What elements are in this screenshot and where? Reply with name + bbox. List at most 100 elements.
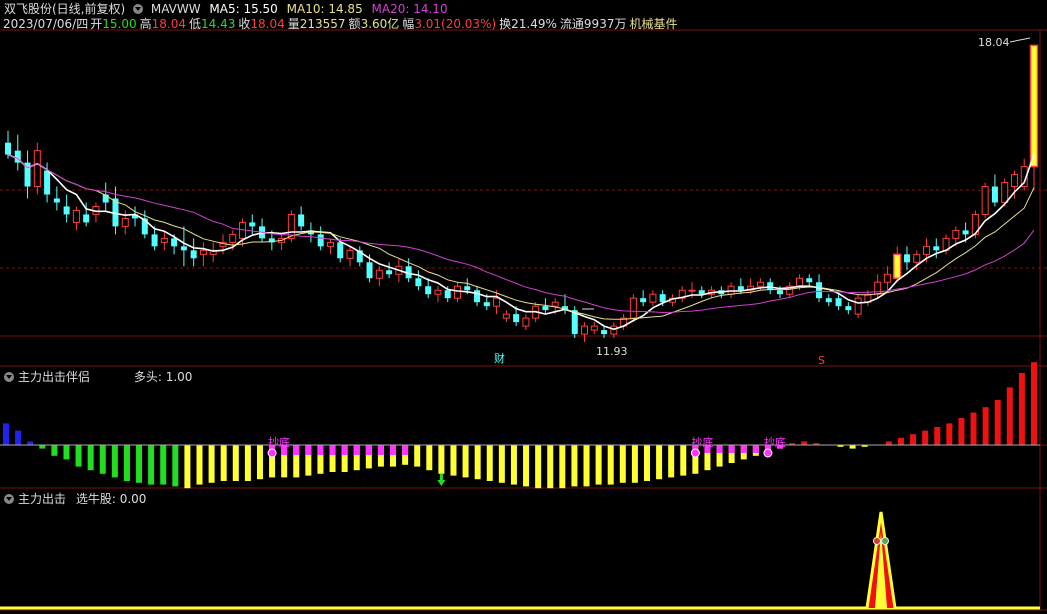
- candle-body: [72, 209, 80, 223]
- indicator-bar-top: [728, 445, 735, 453]
- indicator-bar: [474, 445, 481, 480]
- candle-body: [640, 298, 647, 303]
- candle-body: [776, 290, 783, 295]
- candle-body: [903, 254, 910, 263]
- candle-body: [1010, 174, 1018, 188]
- candle-body: [121, 217, 129, 227]
- panel2-name: 主力出击伴侣: [18, 370, 91, 384]
- candle-body: [249, 222, 256, 227]
- indicator-bar-top: [317, 445, 324, 455]
- limit-up-candle: [892, 253, 902, 279]
- candle-body: [33, 150, 41, 188]
- indicator-bar-top: [353, 445, 360, 455]
- panel2-menu-icon[interactable]: [4, 372, 14, 382]
- candle-body: [493, 297, 501, 307]
- indicator-bar: [51, 445, 58, 456]
- signal-dot: [690, 448, 700, 458]
- indicator-bar: [595, 445, 602, 485]
- indicator-bar: [535, 445, 542, 489]
- candle-body: [346, 249, 354, 259]
- candle-body: [375, 269, 383, 279]
- candle-body: [962, 230, 969, 235]
- panel3-menu-icon[interactable]: [4, 494, 14, 504]
- panel3-value: 选牛股: 0.00: [75, 492, 147, 506]
- indicator-bar: [910, 434, 917, 445]
- candle-body: [326, 241, 334, 247]
- kline-chart[interactable]: 18.04 11.93 财 S 抄底 抄底 抄底: [0, 0, 1047, 614]
- indicator-bar-top: [716, 445, 723, 453]
- indicator-bar: [63, 445, 70, 460]
- candle-body: [229, 233, 237, 243]
- candle-body: [542, 306, 549, 311]
- indicator-bar-top: [365, 445, 372, 455]
- candle-body: [386, 270, 393, 275]
- indicator-bar: [3, 423, 9, 445]
- indicator-bar: [39, 445, 46, 449]
- indicator-bar-top: [305, 445, 312, 455]
- indicator-bar: [970, 412, 977, 445]
- indicator-bar: [571, 445, 578, 487]
- candle-body: [464, 286, 471, 291]
- indicator-bar: [946, 423, 953, 445]
- candle-body: [923, 245, 931, 255]
- candle-body: [444, 290, 451, 299]
- indicator-bar-top: [740, 445, 747, 453]
- high-price-arrow: [1009, 37, 1031, 43]
- indicator-bar: [680, 445, 687, 476]
- candle-body: [795, 277, 803, 287]
- indicator-bar-top: [752, 445, 759, 453]
- candle-body: [425, 286, 432, 295]
- indicator-bar-top: [341, 445, 348, 455]
- candle-body: [502, 313, 510, 319]
- candle-body: [659, 294, 666, 303]
- candle-body: [874, 281, 882, 295]
- candle-body: [551, 301, 559, 307]
- indicator-bar: [27, 441, 34, 445]
- indicator-bar: [1018, 373, 1025, 445]
- bottom-signal-label: 抄底: [691, 435, 713, 449]
- limit-up-candle: [1029, 44, 1039, 168]
- indicator-bar: [994, 400, 1001, 445]
- indicator-bar-top: [390, 445, 397, 455]
- candle-body: [933, 246, 940, 251]
- indicator-bar: [172, 445, 179, 487]
- indicator-bar: [160, 445, 167, 485]
- candle-body: [698, 290, 705, 295]
- indicator-bar: [256, 445, 263, 480]
- candle-body: [835, 298, 842, 307]
- indicator-bar: [643, 445, 650, 481]
- signal-dot: [763, 448, 773, 458]
- indicator-bar: [982, 407, 989, 445]
- bottom-signal-label: 抄底: [764, 435, 786, 449]
- indicator-bar: [619, 445, 626, 483]
- indicator-bar: [220, 445, 227, 481]
- candle-body: [199, 249, 207, 255]
- indicator-bar: [885, 441, 892, 445]
- indicator-bar: [583, 445, 590, 487]
- s-marker[interactable]: S: [818, 354, 825, 367]
- indicator-bar: [801, 441, 808, 445]
- indicator-bar: [958, 418, 965, 445]
- indicator-bar-top: [293, 445, 300, 455]
- indicator-bar: [450, 445, 457, 476]
- candle-body: [601, 330, 608, 335]
- price-annotations: 18.04 11.93 财 S: [494, 36, 1010, 367]
- candle-body: [981, 186, 989, 215]
- candle-body: [952, 229, 960, 239]
- indicator-bar: [656, 445, 663, 480]
- signal-dot: [267, 448, 277, 458]
- indicator-bar: [922, 430, 929, 445]
- indicator-bar-top: [402, 445, 409, 455]
- candle-body: [649, 293, 657, 303]
- candle-body: [83, 214, 90, 223]
- finance-marker[interactable]: 财: [494, 351, 505, 365]
- indicator-bar: [184, 445, 191, 489]
- indicator-bar: [510, 445, 517, 485]
- candle-body: [581, 325, 589, 335]
- candle-body: [366, 262, 373, 279]
- indicator-bar: [244, 445, 251, 481]
- candlestick-layer: [5, 44, 1039, 343]
- indicator-bar: [668, 445, 675, 478]
- indicator-bar: [99, 445, 106, 474]
- candle-body: [991, 186, 998, 203]
